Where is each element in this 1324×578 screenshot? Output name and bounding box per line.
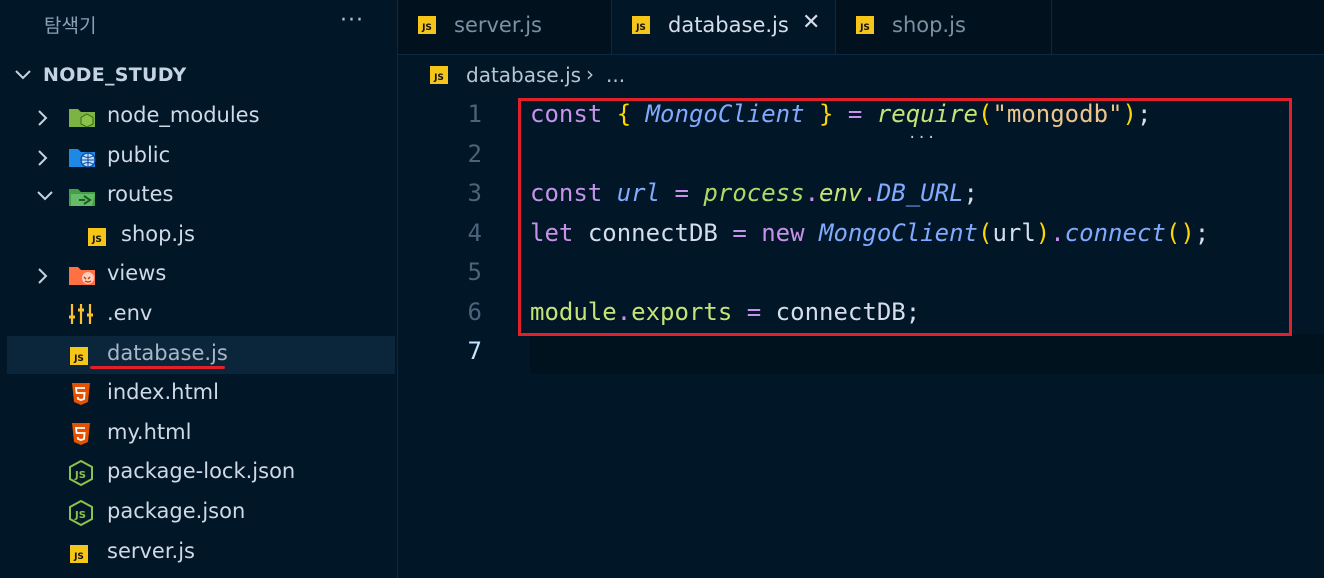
tab-server-js[interactable]: JS server.js — [398, 0, 612, 54]
tree-item-label: node_modules — [107, 103, 260, 127]
line-number-current: 7 — [467, 337, 482, 365]
tree-item-label: server.js — [107, 539, 195, 563]
tree-item-shop-js[interactable]: JS shop.js — [0, 217, 397, 255]
html-file-icon — [72, 423, 90, 445]
tab-bar: JS server.js JS database.js ✕ JS shop.js — [398, 0, 1324, 55]
line-number: 6 — [467, 298, 482, 326]
tree-item-label: .env — [107, 301, 153, 325]
line-number: 3 — [467, 179, 482, 207]
tree-item-label: public — [107, 143, 171, 167]
annotation-underline — [90, 366, 225, 369]
line-number: 1 — [467, 100, 482, 128]
tree-item-label: views — [107, 261, 167, 285]
tree-item-label: database.js — [107, 341, 228, 365]
js-file-icon: JS — [70, 545, 88, 563]
chevron-down-icon — [15, 70, 31, 80]
env-file-icon — [69, 304, 93, 324]
line-number: 2 — [467, 140, 482, 168]
tree-item-index-html[interactable]: index.html — [0, 375, 397, 413]
tree-item-routes[interactable]: routes — [0, 177, 397, 215]
js-file-icon: JS — [430, 66, 448, 84]
nodejs-file-icon: JS — [69, 500, 93, 526]
tree-item-package-json[interactable]: JS package.json — [0, 494, 397, 532]
folder-routes-icon — [69, 189, 95, 206]
chevron-right-icon — [38, 268, 48, 284]
tree-item-public[interactable]: public — [0, 138, 397, 176]
line-number: 5 — [467, 258, 482, 286]
chevron-right-icon — [38, 150, 48, 166]
more-actions-icon[interactable]: ··· — [340, 8, 364, 33]
chevron-right-icon — [38, 110, 48, 126]
tab-label: database.js — [668, 13, 789, 37]
js-file-icon: JS — [856, 16, 874, 34]
explorer-sidebar: 탐색기 ··· NODE_STUDY node_modules public r… — [0, 0, 398, 578]
folder-node-icon — [69, 109, 95, 128]
tree-item-env[interactable]: .env — [0, 296, 397, 334]
close-icon[interactable]: ✕ — [802, 10, 820, 35]
tab-label: server.js — [454, 13, 542, 37]
workspace-folder-name: NODE_STUDY — [43, 64, 187, 86]
tree-item-server-js[interactable]: JS server.js — [0, 534, 397, 572]
tree-item-label: my.html — [107, 420, 192, 444]
js-file-icon: JS — [418, 16, 436, 34]
svg-text:JS: JS — [74, 470, 86, 481]
tree-item-node-modules[interactable]: node_modules — [0, 98, 397, 136]
tree-item-label: package.json — [107, 499, 246, 523]
tree-item-my-html[interactable]: my.html — [0, 415, 397, 453]
tab-shop-js[interactable]: JS shop.js — [836, 0, 1052, 54]
folder-public-icon — [69, 149, 96, 168]
html-file-icon — [72, 383, 90, 405]
current-line-highlight — [530, 334, 1324, 374]
chevron-down-icon — [37, 191, 53, 201]
line-number: 4 — [467, 219, 482, 247]
workspace-folder[interactable]: NODE_STUDY — [0, 58, 397, 94]
tree-item-label: shop.js — [121, 222, 195, 246]
tree-item-package-lock-json[interactable]: JS package-lock.json — [0, 454, 397, 492]
breadcrumb-symbols[interactable]: ... — [606, 63, 625, 87]
nodejs-file-icon: JS — [69, 460, 93, 486]
explorer-title: 탐색기 — [44, 15, 97, 37]
breadcrumb-separator: › — [586, 62, 594, 86]
tree-item-label: routes — [107, 182, 174, 206]
tab-label: shop.js — [892, 13, 966, 37]
tree-item-views[interactable]: views — [0, 256, 397, 294]
folder-views-icon — [69, 267, 95, 285]
js-file-icon: JS — [632, 16, 650, 34]
annotation-highlight-box — [518, 98, 1292, 336]
tree-item-label: package-lock.json — [107, 459, 296, 483]
js-file-icon: JS — [70, 347, 88, 365]
breadcrumb-file[interactable]: database.js — [466, 63, 581, 87]
tab-database-js[interactable]: JS database.js ✕ — [612, 0, 836, 54]
tree-item-label: index.html — [107, 380, 219, 404]
js-file-icon: JS — [88, 228, 106, 246]
explorer-header: 탐색기 ··· — [0, 0, 397, 50]
breadcrumb: JS database.js › ... — [398, 54, 1324, 94]
svg-text:JS: JS — [74, 510, 86, 521]
